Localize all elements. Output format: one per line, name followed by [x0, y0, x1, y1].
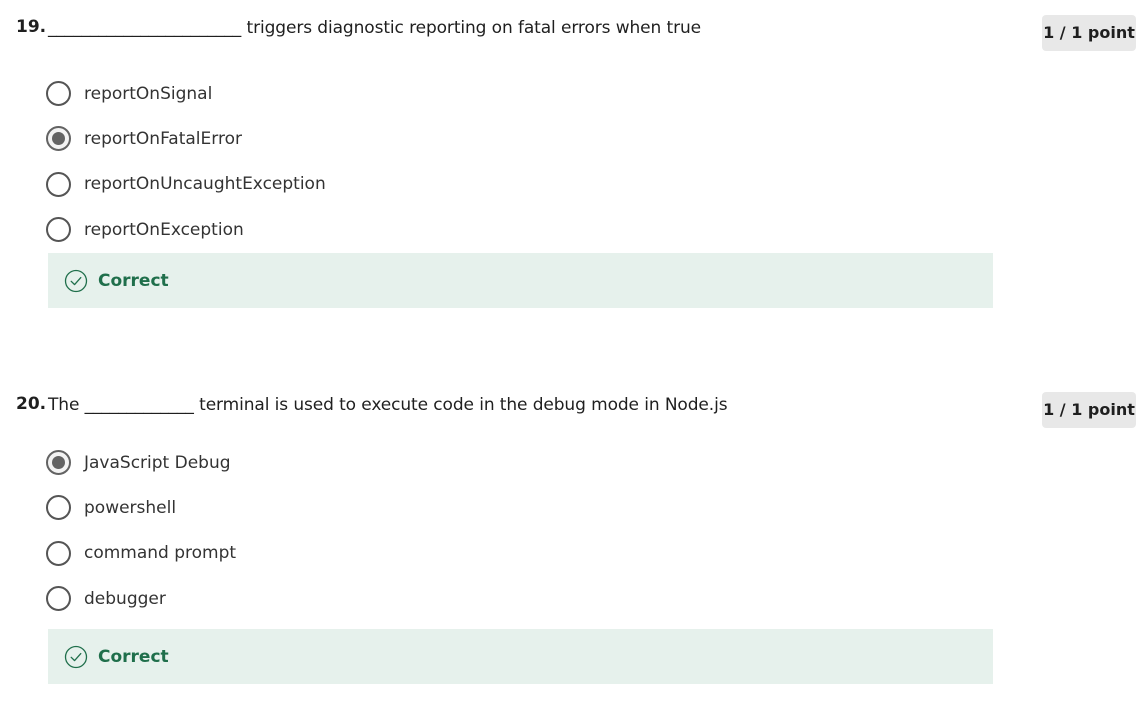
feedback-correct: Correct	[48, 253, 993, 308]
option-reportonuncaughtexception[interactable]: reportOnUncaughtException	[46, 162, 646, 207]
radio-button-icon[interactable]	[46, 586, 71, 612]
radio-button-icon[interactable]	[46, 217, 71, 243]
option-reportonsignal[interactable]: reportOnSignal	[46, 71, 646, 116]
points-badge: 1 / 1 point	[1042, 392, 1136, 428]
option-label: reportOnFatalError	[84, 128, 242, 149]
points-badge: 1 / 1 point	[1042, 15, 1136, 51]
radio-button-selected-icon[interactable]	[46, 126, 71, 152]
question-number: 20.	[16, 394, 47, 414]
question-header: 19. _______________________ triggers dia…	[0, 0, 1145, 60]
radio-button-selected-icon[interactable]	[46, 450, 71, 476]
feedback-text: Correct	[98, 646, 169, 667]
check-circle-icon	[64, 645, 88, 668]
option-debugger[interactable]: debugger	[46, 576, 646, 621]
radio-button-icon[interactable]	[46, 171, 71, 197]
question-number: 19.	[16, 17, 47, 37]
option-javascript-debug[interactable]: JavaScript Debug	[46, 440, 646, 485]
question-text: _______________________ triggers diagnos…	[48, 18, 701, 38]
radio-button-icon[interactable]	[46, 495, 71, 521]
answer-options: reportOnSignal reportOnFatalError report…	[46, 71, 646, 252]
option-reportonfatalerror[interactable]: reportOnFatalError	[46, 116, 646, 161]
option-label: JavaScript Debug	[84, 452, 231, 473]
option-label: reportOnSignal	[84, 83, 213, 104]
check-circle-icon	[64, 269, 88, 292]
radio-button-icon[interactable]	[46, 540, 71, 566]
option-label: command prompt	[84, 543, 237, 564]
answer-options: JavaScript Debug powershell command prom…	[46, 440, 646, 621]
feedback-text: Correct	[98, 270, 169, 291]
radio-button-icon[interactable]	[46, 81, 71, 107]
option-label: reportOnUncaughtException	[84, 174, 326, 195]
question-text: The _____________ terminal is used to ex…	[48, 395, 728, 415]
option-command-prompt[interactable]: command prompt	[46, 531, 646, 576]
question-header: 20. The _____________ terminal is used t…	[0, 377, 1145, 437]
option-reportonexception[interactable]: reportOnException	[46, 207, 646, 252]
option-powershell[interactable]: powershell	[46, 485, 646, 530]
quiz-results-page: 19. _______________________ triggers dia…	[0, 0, 1145, 711]
option-label: powershell	[84, 497, 177, 518]
option-label: reportOnException	[84, 219, 244, 240]
option-label: debugger	[84, 588, 166, 609]
feedback-correct: Correct	[48, 629, 993, 684]
